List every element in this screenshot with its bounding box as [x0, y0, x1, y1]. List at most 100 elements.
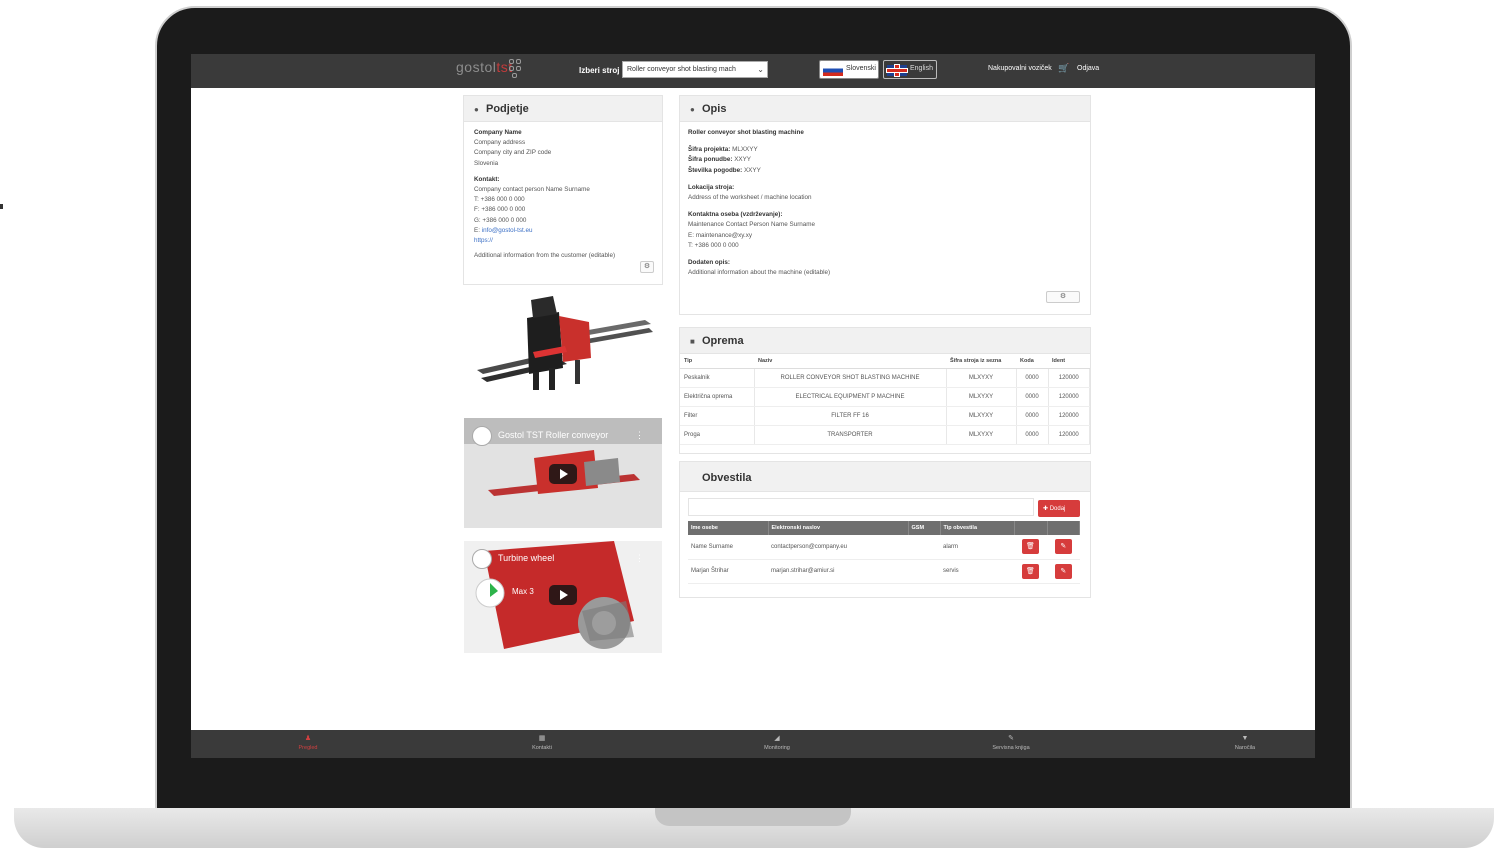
description-panel: ● Opis Roller conveyor shot blasting mach… [679, 95, 1091, 315]
offer-code-value: XXYY [734, 156, 751, 164]
cell-person: Name Surname [688, 535, 768, 560]
column-header[interactable]: GSM [908, 521, 941, 535]
company-country: Slovenia [474, 159, 499, 167]
nav-item-contacts[interactable]: ▦ Kontakti [507, 735, 577, 751]
cell-gsm [908, 535, 940, 560]
language-label: Slovenski [846, 65, 876, 72]
panel-title: Podjetje [486, 103, 529, 115]
company-panel: ● Podjetje Company Name Company address C… [463, 95, 663, 285]
info-icon: ● [474, 105, 479, 114]
nav-item-monitoring[interactable]: ◢ Monitoring [742, 735, 812, 751]
cell-koda: 0000 [1016, 368, 1049, 388]
logout-link[interactable]: Odjava [1077, 65, 1099, 72]
delete-icon[interactable]: 🗑 [1022, 539, 1039, 555]
column-header [1047, 521, 1080, 535]
logo-text: gostol [456, 59, 497, 75]
column-header[interactable]: Elektronski naslov [768, 521, 909, 535]
column-header[interactable]: Koda [1016, 354, 1048, 369]
cell-code: MLXYXY [946, 387, 1017, 407]
video-badge: Max 3 [512, 587, 534, 596]
contacts-icon: ▦ [538, 735, 546, 742]
column-header[interactable]: Tip [680, 354, 754, 369]
more-options-icon[interactable]: ⋮ [635, 430, 644, 441]
company-address: Company address [474, 139, 526, 147]
company-web-link[interactable]: https:// [474, 236, 652, 246]
table-row: Marjan Štrihar marjan.strihar@amiur.si s… [688, 559, 1080, 584]
bottom-navbar: ♟ Pregled ▦ Kontakti ◢ Monitoring ✎ Serv… [191, 730, 1315, 758]
edit-icon[interactable]: ✎ [1054, 539, 1072, 555]
slovenia-flag-icon [823, 65, 843, 76]
product-mockup: gostoltst Izberi stroj Roller conveyor s… [0, 0, 1511, 848]
cell-name: FILTER FF 16 [754, 406, 947, 426]
chart-icon: ◢ [774, 735, 780, 742]
company-name: Company Name [474, 129, 522, 136]
table-row[interactable]: Proga TRANSPORTER MLXYXY 0000 120000 [680, 425, 1090, 445]
column-header[interactable]: Šifra stroja iz sezna [946, 354, 1016, 369]
cart-icon: ▼ [1241, 735, 1249, 742]
cell-name: ROLLER CONVEYOR SHOT BLASTING MACHINE [754, 368, 947, 388]
list-icon: ■ [690, 337, 695, 346]
column-header [1014, 521, 1048, 535]
cell-person: Marjan Štrihar [688, 559, 768, 584]
edit-company-button[interactable]: ⚙ [640, 261, 654, 273]
machine-select[interactable]: Roller conveyor shot blasting mach ⌄ [622, 61, 768, 78]
company-city: Company city and ZIP code [474, 149, 552, 157]
maintenance-label: Kontaktna oseba (vzdrževanje): [688, 211, 783, 219]
channel-logo-icon [472, 426, 492, 446]
contract-number-value: XXYY [743, 166, 761, 174]
play-button[interactable] [549, 585, 577, 605]
table-row[interactable]: Filter FILTER FF 16 MLXYXY 0000 120000 [680, 406, 1090, 426]
machine-select-value: Roller conveyor shot blasting mach [627, 66, 736, 73]
language-slovenian-button[interactable]: Slovenski [819, 60, 879, 79]
language-english-button[interactable]: English [883, 60, 937, 79]
panel-title: Oprema [702, 335, 744, 347]
nav-label: Servisna knjiga [992, 745, 1030, 751]
machine-select-label: Izberi stroj [579, 66, 620, 75]
add-notification-button[interactable]: ✚ Dodaj [1038, 500, 1080, 517]
notification-filter-input[interactable] [688, 498, 1034, 516]
offer-code-label: Šifra ponudbe: [688, 156, 733, 164]
video-title: Gostol TST Roller conveyor [498, 430, 609, 440]
cart-link[interactable]: Nakupovalni voziček [988, 65, 1052, 72]
nav-item-overview[interactable]: ♟ Pregled [273, 735, 343, 751]
laptop-notch [655, 808, 851, 826]
company-additional-info: Additional information from the customer… [474, 252, 616, 260]
panel-header: ● Podjetje [464, 96, 662, 122]
video-player-2[interactable]: Turbine wheel ⋮ Max 3 [464, 541, 662, 653]
column-header[interactable]: Ident [1048, 354, 1090, 369]
column-header[interactable]: Tip obvestila [940, 521, 1015, 535]
nav-item-orders[interactable]: ▼ Naročila [1210, 735, 1280, 751]
brand-logo[interactable]: gostoltst [456, 59, 513, 75]
contact-heading: Kontakt: [474, 175, 500, 183]
cell-email: marjan.strihar@amiur.si [768, 559, 908, 584]
plus-icon: ✚ [1043, 506, 1050, 512]
delete-icon[interactable]: 🗑 [1022, 563, 1039, 579]
panel-header: ● Opis [680, 96, 1090, 122]
cell-name: ELECTRICAL EQUIPMENT P MACHINE [754, 387, 947, 407]
equipment-panel: ■ Oprema Tip Naziv Šifra stroja iz sezna … [679, 327, 1091, 454]
contact-fax: F: +386 000 0 000 [474, 206, 526, 214]
edge-mark [0, 204, 3, 209]
more-options-icon[interactable]: ⋮ [635, 553, 644, 564]
play-button[interactable] [549, 464, 577, 484]
cart-icon[interactable]: 🛒 [1058, 63, 1069, 74]
cell-ident: 120000 [1048, 368, 1090, 388]
nav-item-service-book[interactable]: ✎ Servisna knjiga [976, 735, 1046, 751]
cell-koda: 0000 [1016, 406, 1049, 426]
column-header[interactable]: Naziv [754, 354, 946, 369]
contact-person: Company contact person Name Surname [474, 186, 590, 194]
table-row[interactable]: Peskalnik ROLLER CONVEYOR SHOT BLASTING … [680, 368, 1090, 388]
channel-logo-icon [472, 549, 492, 569]
column-header[interactable]: Ime osebe [688, 521, 769, 535]
video-player-1[interactable]: Gostol TST Roller conveyor ⋮ [464, 418, 662, 528]
table-row[interactable]: Električna oprema ELECTRICAL EQUIPMENT P… [680, 387, 1090, 407]
location-label: Lokacija stroja: [688, 183, 735, 191]
company-email-link[interactable]: info@gostol-tst.eu [482, 227, 533, 234]
logo-mark-icon [509, 59, 523, 81]
email-prefix: E: [474, 226, 480, 234]
edit-icon[interactable]: ✎ [1054, 563, 1072, 579]
info-icon: ● [690, 105, 695, 114]
extra-description-label: Dodaten opis: [688, 259, 730, 267]
uk-flag-icon [887, 65, 907, 76]
edit-description-button[interactable]: ⚙ [1046, 291, 1080, 303]
